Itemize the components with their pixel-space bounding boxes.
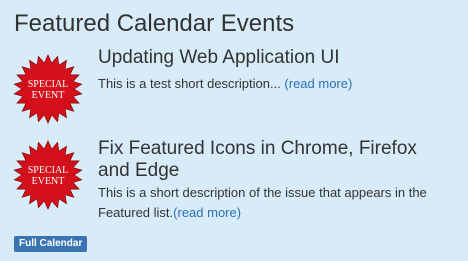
badge-text-line1: SPECIAL (28, 79, 69, 90)
event-title[interactable]: Fix Featured Icons in Chrome, Firefox an… (98, 138, 453, 182)
read-more-link[interactable]: (read more) (173, 205, 241, 220)
badge-text-line2: EVENT (32, 90, 65, 101)
event-description: This is a test short description... (rea… (98, 74, 453, 94)
event-description-text: This is a test short description... (98, 76, 285, 91)
read-more-link[interactable]: (read more) (284, 76, 352, 91)
special-event-icon: SPECIAL EVENT (12, 53, 84, 125)
badge-text-line1: SPECIAL (28, 165, 69, 176)
featured-events-widget: Featured Calendar Events SPECIAL EVENT U… (0, 0, 468, 261)
event-description: This is a short description of the issue… (98, 183, 453, 223)
special-event-icon: SPECIAL EVENT (12, 139, 84, 211)
badge-text-line2: EVENT (32, 176, 65, 187)
full-calendar-button[interactable]: Full Calendar (14, 236, 88, 252)
widget-title: Featured Calendar Events (14, 10, 295, 37)
event-description-text: This is a short description of the issue… (98, 185, 427, 220)
event-title[interactable]: Updating Web Application UI (98, 47, 453, 69)
